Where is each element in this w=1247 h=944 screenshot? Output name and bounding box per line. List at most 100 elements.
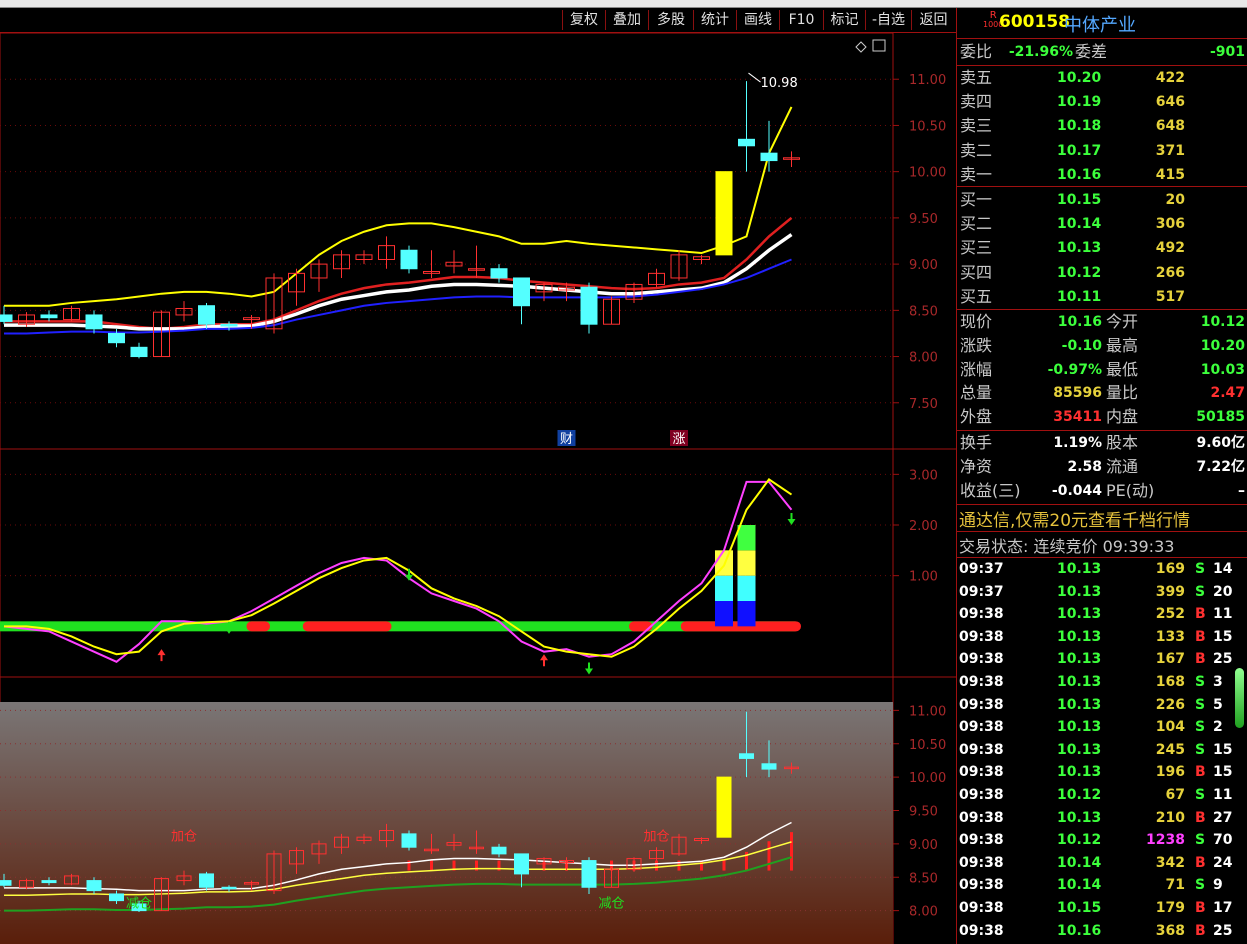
y-tick-label: 9.50 bbox=[909, 805, 938, 820]
kline-chart[interactable]: 11.00 10.50 10.00 9.50 9.00 8.50 8.00 7.50 10.98… bbox=[0, 33, 956, 944]
toolbar-diejia-button[interactable]: 叠加 bbox=[605, 10, 648, 30]
tick-row: 09:38 10.12 1238 S 70 bbox=[957, 829, 1247, 852]
tick-time: 09:38 bbox=[959, 900, 1004, 916]
tick-price: 10.13 bbox=[1057, 809, 1102, 826]
fundamental-label: 换手 bbox=[960, 433, 993, 452]
lower-candle[interactable] bbox=[716, 776, 732, 838]
toolbar-duogu-button[interactable]: 多股 bbox=[648, 10, 693, 30]
tick-side: B bbox=[1195, 900, 1206, 916]
tick-scroll-thumb[interactable] bbox=[1235, 668, 1244, 728]
main-candle[interactable] bbox=[400, 249, 418, 270]
lower-candle[interactable] bbox=[86, 880, 102, 892]
bids-row: 买一 10.15 20 bbox=[957, 188, 1247, 212]
tick-row: 09:38 10.14 342 B 24 bbox=[957, 852, 1247, 875]
fundamental-row: 收益(三) -0.044 PE(动) – bbox=[957, 479, 1247, 503]
main-candle[interactable] bbox=[760, 152, 778, 162]
tick-side: S bbox=[1195, 719, 1206, 736]
toolbar-huaxian-button[interactable]: 画线 bbox=[736, 10, 779, 30]
toolbar-tongji-button[interactable]: 统计 bbox=[693, 10, 736, 30]
quote-value: 2.47 bbox=[1210, 385, 1245, 402]
tick-list[interactable]: 09:37 10.13 169 S 14 09:37 10.13 399 S 20 09:38 10.… bbox=[957, 558, 1247, 944]
main-candle[interactable] bbox=[715, 171, 733, 256]
bids-volume: 517 bbox=[1155, 288, 1185, 305]
tick-time: 09:38 bbox=[959, 696, 1004, 713]
main-candle[interactable] bbox=[198, 305, 215, 325]
bids-price: 10.12 bbox=[1057, 264, 1102, 281]
tick-row: 09:37 10.13 169 S 14 bbox=[957, 558, 1247, 581]
lower-candle[interactable] bbox=[221, 886, 237, 890]
add-position-label: 加仓 bbox=[171, 830, 197, 845]
y-tick-label: 9.50 bbox=[909, 212, 938, 227]
main-candle[interactable] bbox=[130, 346, 148, 358]
main-candle[interactable] bbox=[85, 314, 103, 330]
fundamental-row: 净资 2.58 流通 7.22亿 bbox=[957, 455, 1247, 479]
main-candle[interactable] bbox=[108, 332, 125, 344]
main-candle[interactable] bbox=[220, 323, 238, 327]
fundamental-label: 净资 bbox=[960, 457, 993, 476]
asks-label: 卖一 bbox=[960, 164, 993, 184]
event-label: 财 bbox=[560, 432, 573, 447]
asks-row: 卖三 10.18 648 bbox=[957, 114, 1247, 138]
quote-label: 外盘 bbox=[960, 407, 993, 427]
tick-row: 09:38 10.13 252 B 11 bbox=[957, 603, 1247, 626]
sell-arrow-icon bbox=[787, 513, 796, 525]
lower-candle[interactable] bbox=[514, 853, 529, 875]
tick-time: 09:38 bbox=[959, 877, 1004, 894]
toolbar-fuquan-button[interactable]: 复权 bbox=[562, 10, 605, 30]
y-tick-label: 9.00 bbox=[909, 838, 938, 853]
y-tick-label: 11.00 bbox=[909, 73, 946, 88]
trade-status: 交易状态: 连续竞价 09:39:33 bbox=[959, 537, 1175, 556]
main-candle[interactable] bbox=[40, 314, 58, 319]
tick-volume: 167 bbox=[1155, 651, 1185, 668]
lower-candle[interactable] bbox=[739, 753, 754, 759]
main-candle[interactable] bbox=[490, 268, 508, 279]
main-candle[interactable] bbox=[738, 138, 755, 147]
y-tick-label: 8.00 bbox=[909, 351, 938, 366]
fundamental-value: 9.60亿 bbox=[1196, 435, 1245, 451]
tick-count: 25 bbox=[1213, 922, 1233, 939]
lower-red-bar bbox=[655, 860, 658, 871]
bids-volume: 20 bbox=[1165, 192, 1185, 208]
lower-candle[interactable] bbox=[401, 833, 417, 848]
quote-label: 涨幅 bbox=[960, 359, 993, 379]
lower-candle[interactable] bbox=[491, 846, 507, 855]
quote-value: 50185 bbox=[1196, 409, 1245, 426]
signal-stack-bar bbox=[737, 550, 756, 576]
lower-red-bar bbox=[767, 841, 771, 871]
panel-toggle-icon[interactable] bbox=[872, 39, 886, 52]
bids-volume: 306 bbox=[1155, 216, 1185, 233]
promo-link[interactable]: 通达信,仅需20元查看千档行情 bbox=[959, 506, 1190, 531]
stock-code: 600158 bbox=[999, 12, 1070, 32]
y-tick-label: 10.00 bbox=[909, 771, 946, 786]
baseline-red-segment bbox=[246, 621, 270, 632]
main-candle[interactable] bbox=[0, 314, 13, 322]
tick-volume: 210 bbox=[1155, 809, 1185, 826]
lower-candle[interactable] bbox=[581, 860, 597, 888]
tick-row: 09:37 10.13 399 S 20 bbox=[957, 581, 1247, 604]
tick-time: 09:37 bbox=[959, 561, 1004, 577]
bids-volume: 492 bbox=[1155, 240, 1185, 257]
add-position-label: 加仓 bbox=[643, 830, 669, 845]
tick-row: 09:38 10.13 226 S 5 bbox=[957, 694, 1247, 717]
diamond-icon[interactable] bbox=[855, 41, 867, 53]
toolbar-biaoji-button[interactable]: 标记 bbox=[823, 10, 865, 30]
tick-side: B bbox=[1195, 854, 1206, 871]
tick-row: 09:38 10.14 71 S 9 bbox=[957, 874, 1247, 897]
lower-candle[interactable] bbox=[41, 880, 57, 884]
asks-price: 10.16 bbox=[1057, 166, 1102, 183]
lower-candle[interactable] bbox=[761, 763, 777, 770]
toolbar-f10-button[interactable]: F10 bbox=[779, 10, 823, 30]
tick-row: 09:38 10.13 196 B 15 bbox=[957, 761, 1247, 784]
tick-count: 2 bbox=[1213, 719, 1223, 736]
tick-time: 09:38 bbox=[959, 651, 1004, 668]
y-tick-label: 10.00 bbox=[909, 166, 946, 181]
quote-value: 10.03 bbox=[1200, 361, 1245, 378]
toolbar-fanhui-button[interactable]: 返回 bbox=[911, 10, 955, 30]
main-candle[interactable] bbox=[580, 286, 598, 325]
y-tick-label: 8.50 bbox=[909, 871, 938, 886]
lower-candle[interactable] bbox=[109, 893, 124, 902]
lower-candle[interactable] bbox=[0, 880, 12, 886]
lower-candle[interactable] bbox=[199, 873, 214, 888]
toolbar-zixuan-button[interactable]: -自选 bbox=[865, 10, 911, 30]
main-candle[interactable] bbox=[513, 277, 530, 307]
